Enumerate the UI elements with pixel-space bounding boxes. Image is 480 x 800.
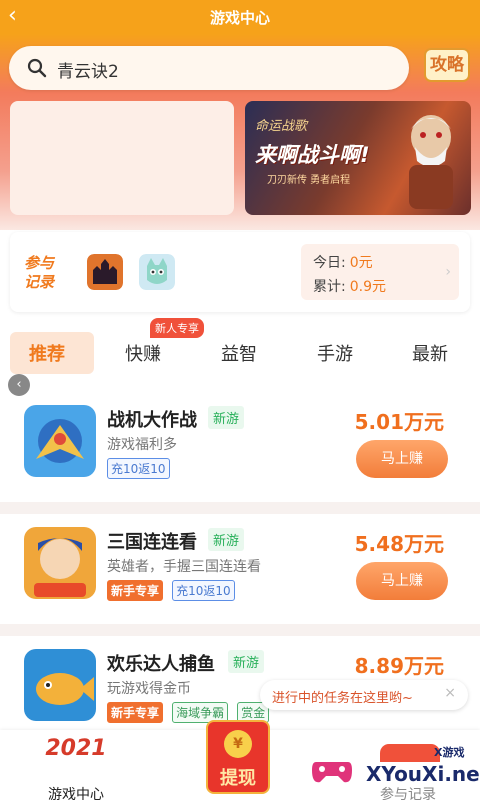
reward-amount: 8.89万元 <box>354 654 444 678</box>
today-earnings: 今日: 0元 <box>313 255 373 271</box>
watermark-site: XYouXi.net <box>366 762 480 786</box>
guide-button[interactable]: 攻略 <box>424 48 470 82</box>
nav-label: 游戏中心 <box>48 787 104 800</box>
close-icon[interactable]: × <box>444 685 456 701</box>
search-bar[interactable]: 青云诀2 <box>9 46 409 90</box>
total-earnings: 累计: 0.9元 <box>313 279 386 295</box>
search-input[interactable]: 青云诀2 <box>57 57 119 82</box>
game-tag: 充10返10 <box>107 458 170 479</box>
earnings-stats: 今日: 0元 累计: 0.9元 › <box>301 244 459 300</box>
warrior-illustration <box>409 115 453 209</box>
game-banner[interactable]: 命运战歌 来啊战斗啊! 刀刃新传 勇者启程 <box>245 101 471 215</box>
tab-latest[interactable]: 最新 <box>412 340 448 366</box>
new-game-tag: 新游 <box>208 528 245 551</box>
cat-game-icon <box>139 254 175 290</box>
game-tags: 充10返10 <box>107 458 174 479</box>
year-logo-icon: 2021 <box>45 736 107 761</box>
nav-label: 提现 <box>220 768 256 789</box>
tab-quick-earn[interactable]: 快赚 <box>125 340 161 366</box>
tab-mobile-games[interactable]: 手游 <box>317 340 353 366</box>
watermark-brand: X游戏 <box>434 746 465 759</box>
category-tabs: 推荐 快赚 益智 手游 最新 <box>0 322 480 382</box>
top-bar: ‹ 游戏中心 <box>0 0 480 34</box>
participation-label: 参与 记录 <box>24 254 55 291</box>
nav-game-center[interactable]: 2021 游戏中心 <box>36 736 116 800</box>
list-divider <box>0 502 480 514</box>
gamepad-icon <box>312 762 352 783</box>
game-tag: 新手专享 <box>107 580 164 601</box>
game-description: 玩游戏得金币 <box>107 681 191 697</box>
game-name: 三国连连看 <box>107 532 197 553</box>
tab-recommend[interactable]: 推荐 <box>29 340 65 366</box>
earn-now-button[interactable]: 马上赚 <box>356 440 448 478</box>
game-tag: 充10返10 <box>172 580 235 601</box>
participation-card[interactable]: 参与 记录 今日: 0元 累计: 0.9元 › <box>10 232 470 312</box>
list-divider <box>0 624 480 636</box>
banner-subtitle: 刀刃新传 勇者启程 <box>267 175 351 186</box>
new-game-tag: 新游 <box>208 406 245 429</box>
earn-now-button[interactable]: 马上赚 <box>356 562 448 600</box>
reward-amount: 5.48万元 <box>354 532 444 556</box>
game-card[interactable]: 三国连连看 新游 英雄者，手握三国连连看 新手专享 充10返10 5.48万元 … <box>10 522 470 626</box>
search-icon <box>27 58 47 78</box>
game-card[interactable]: 战机大作战 新游 游戏福利多 充10返10 5.01万元 马上赚 <box>10 400 470 504</box>
game-description: 英雄者，手握三国连连看 <box>107 559 261 575</box>
banner-placeholder[interactable] <box>10 101 234 215</box>
game-tags: 新手专享 充10返10 <box>107 580 239 601</box>
watermark: XYouXi.net X游戏 <box>302 744 480 796</box>
castle-game-icon <box>87 254 123 290</box>
game-tag: 新手专享 <box>107 702 164 723</box>
coin-icon: ¥ <box>224 730 252 758</box>
banner-logo: 命运战歌 <box>255 119 308 134</box>
game-description: 游戏福利多 <box>107 437 177 453</box>
chevron-right-icon: › <box>445 264 451 280</box>
reward-amount: 5.01万元 <box>354 410 444 434</box>
fishing-game-icon <box>24 649 96 721</box>
page-title: 游戏中心 <box>209 9 270 27</box>
newcomer-badge: 新人专享 <box>150 318 204 338</box>
banner-headline: 来啊战斗啊! <box>255 143 370 167</box>
nav-withdraw[interactable]: ¥ 提现 <box>198 720 278 800</box>
fighter-jet-game-icon <box>24 405 96 477</box>
game-name: 欢乐达人捕鱼 <box>107 654 215 675</box>
task-tooltip: 进行中的任务在这里哟~ × <box>260 680 468 710</box>
tooltip-text: 进行中的任务在这里哟~ <box>272 691 413 706</box>
tab-puzzle[interactable]: 益智 <box>221 340 257 366</box>
three-kingdoms-game-icon <box>24 527 96 599</box>
game-name: 战机大作战 <box>107 410 197 431</box>
chevron-left-icon[interactable]: ‹ <box>8 374 30 396</box>
new-game-tag: 新游 <box>228 650 265 673</box>
